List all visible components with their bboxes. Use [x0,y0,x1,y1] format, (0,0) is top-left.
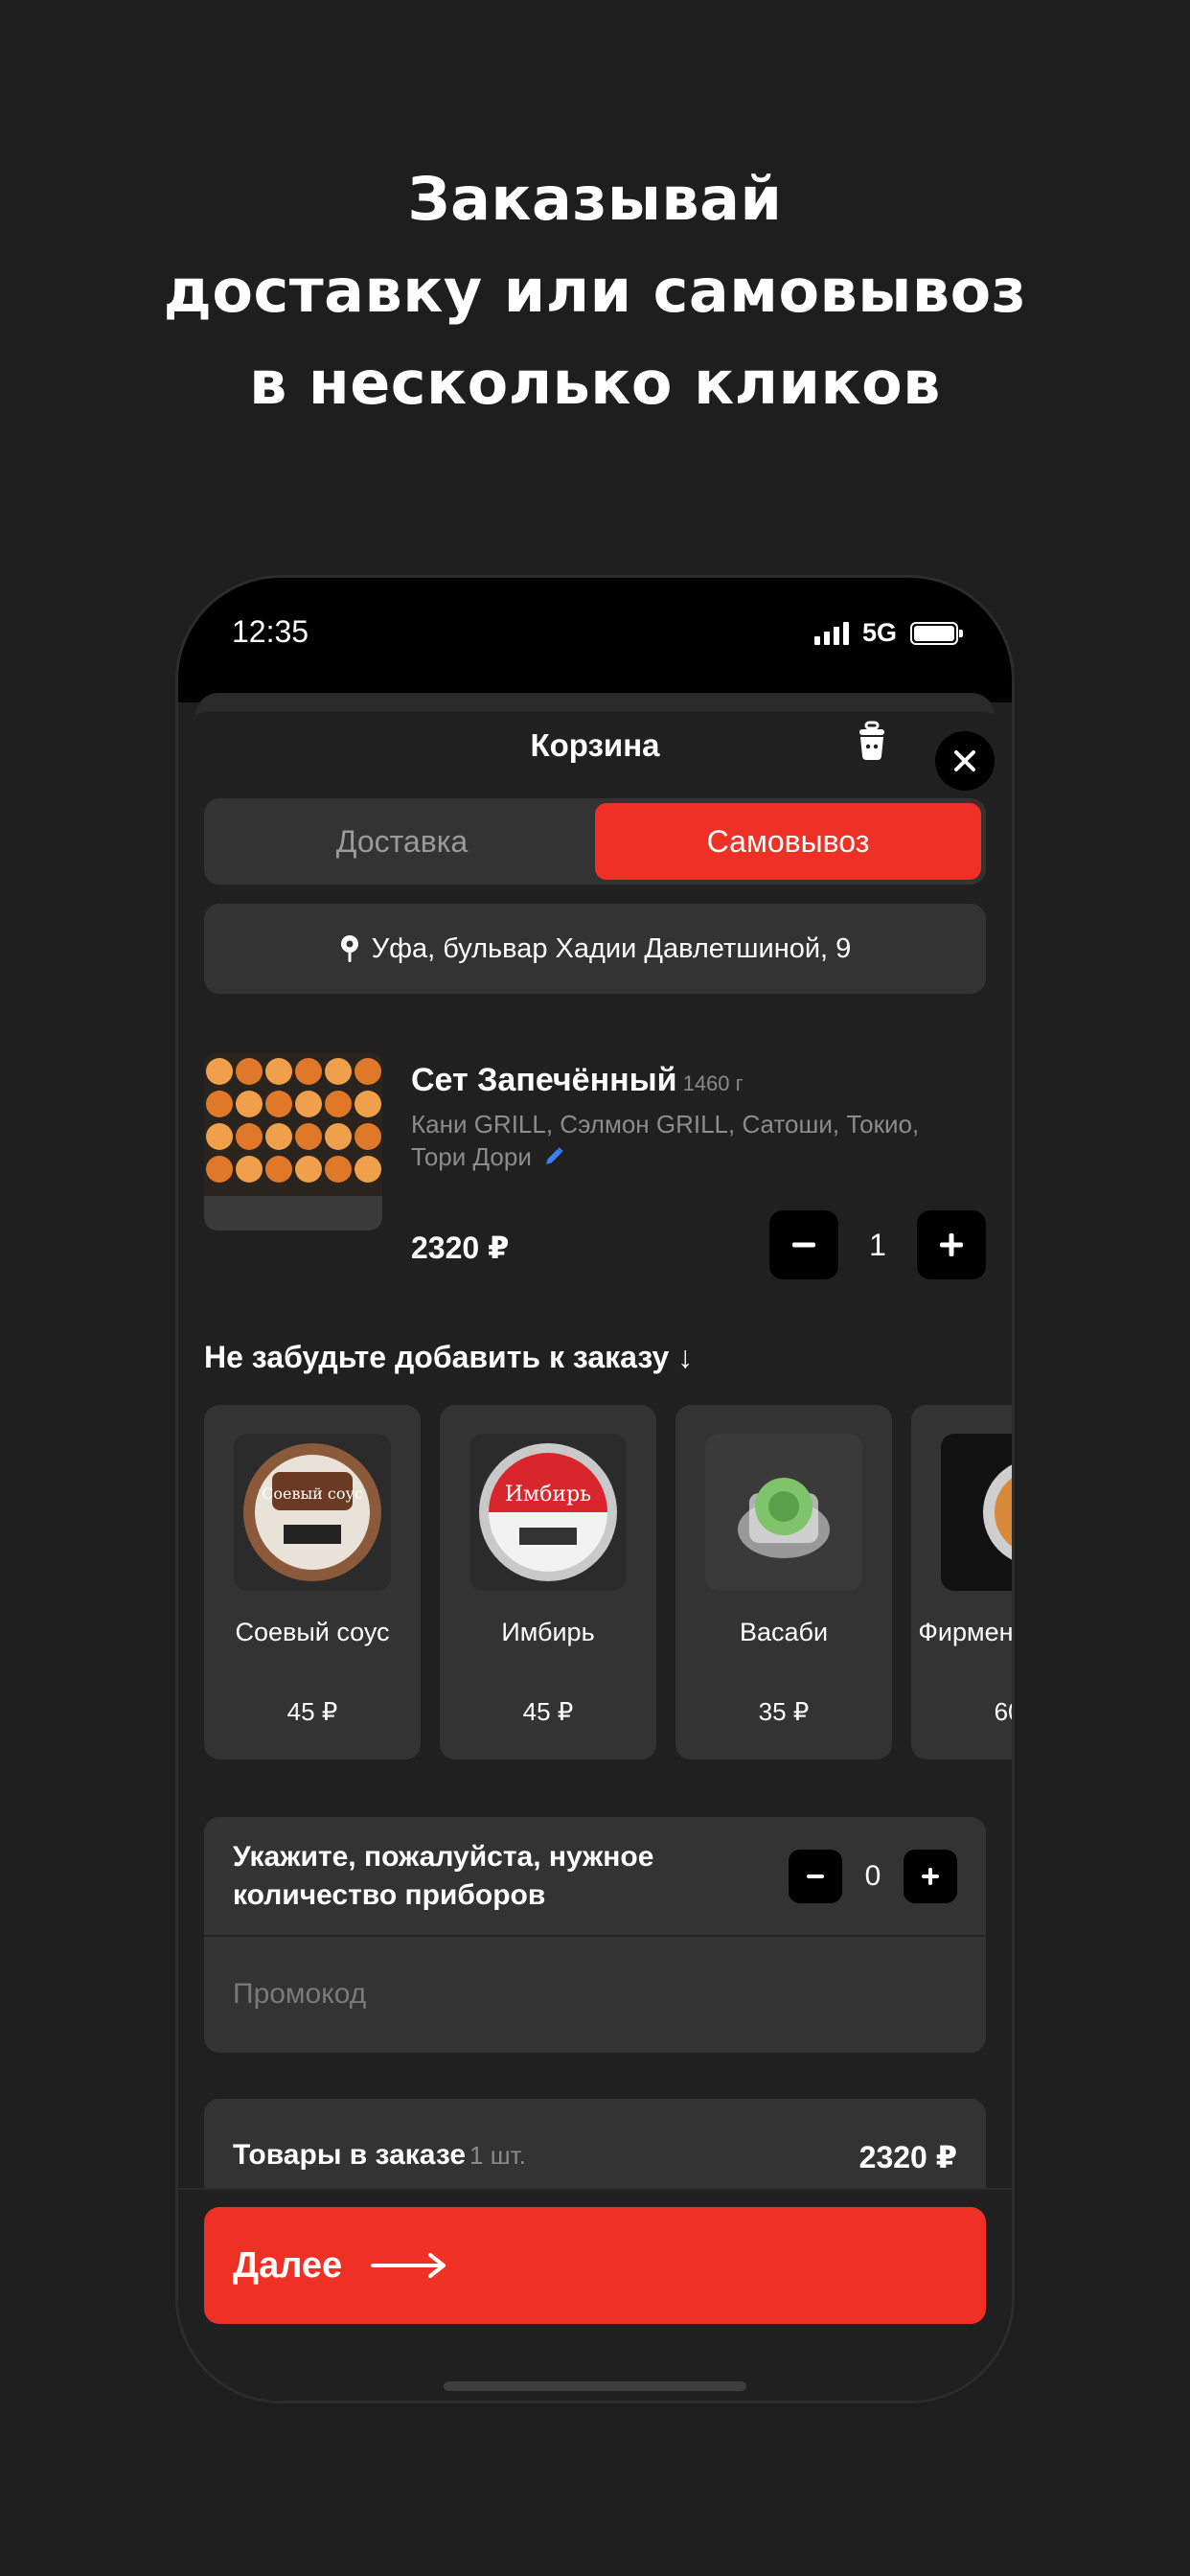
battery-icon [910,621,963,645]
addon-card[interactable]: Имбирь Имбирь 45 ₽ [440,1405,656,1760]
plus-icon [940,1233,963,1256]
addon-name: Фирменный соус [918,1618,1012,1646]
utensils-count: 0 [864,1860,881,1892]
addon-image-label: Имбирь [505,1483,591,1506]
item-price: 2320 ₽ [411,1230,510,1265]
item-weight: 1460 г [682,1071,744,1095]
promo-code-input[interactable]: Промокод [233,1978,366,2011]
addon-price: 35 ₽ [758,1697,810,1726]
totals-label: Товары в заказе 1 шт. [233,2139,526,2172]
headline-line-3: в несколько кликов [249,348,941,418]
addon-card[interactable]: Васаби 35 ₽ [675,1405,892,1760]
addon-image-label: Соевый соус [262,1484,363,1503]
utensils-decrease-button[interactable] [789,1850,842,1903]
tab-delivery[interactable]: Доставка [209,803,595,880]
addon-name: Имбирь [501,1618,595,1646]
decrease-button[interactable] [769,1210,838,1279]
cart-item: Сет Запечённый 1460 г Кани GRILL, Сэлмон … [204,1052,986,1282]
status-icons: 5G [813,618,963,648]
addon-card[interactable]: Фирменный соус 60 ₽ [911,1405,1012,1760]
item-quantity: 1 [869,1227,886,1262]
status-time: 12:35 [232,614,309,649]
utensils-label: Укажите, пожалуйста, нужное количество п… [233,1841,654,1911]
totals-label-text: Товары в заказе [233,2139,467,2171]
item-title: Сет Запечённый 1460 г [411,1062,744,1099]
addon-image [705,1434,862,1591]
utensils-increase-button[interactable] [904,1850,957,1903]
addon-image [941,1434,1012,1591]
signal-icon [813,621,849,645]
divider [204,1935,986,1937]
item-description: Кани GRILL, Сэлмон GRILL, Сатоши, Токио,… [411,1108,948,1173]
close-icon [954,750,975,771]
addon-price: 45 ₽ [286,1697,338,1726]
addon-image: Имбирь [469,1434,627,1591]
totals-count: 1 шт. [469,2141,526,2170]
minus-icon [807,1874,824,1878]
order-options-card: Укажите, пожалуйста, нужное количество п… [204,1817,986,2053]
addon-price: 60 ₽ [994,1697,1012,1726]
headline-line-1: Заказывай [407,164,783,234]
plus-icon [922,1868,939,1885]
addon-image: Соевый соус [234,1434,391,1591]
location-pin-icon [340,935,358,962]
close-button[interactable] [935,731,995,791]
item-description-text: Кани GRILL, Сэлмон GRILL, Сатоши, Токио,… [411,1110,920,1171]
headline-line-2: доставку или самовывоз [163,256,1027,326]
promo-headline: Заказывай доставку или самовывоз в неско… [0,153,1190,429]
addon-price: 45 ₽ [522,1697,574,1726]
status-bar: 12:35 5G [178,578,1012,702]
next-button-label: Далее [233,2244,343,2286]
increase-button[interactable] [917,1210,986,1279]
pencil-icon[interactable] [542,1145,565,1168]
minus-icon [792,1242,815,1248]
tab-pickup[interactable]: Самовывоз [595,803,981,880]
next-button[interactable]: Далее [204,2207,986,2324]
addons-carousel: Соевый соус Соевый соус 45 ₽ Имбирь Имби… [204,1405,1012,1760]
utensils-stepper: 0 [789,1850,957,1903]
address-text: Уфа, бульвар Хадии Давлетшиной, 9 [371,932,852,964]
trash-icon[interactable] [852,720,892,762]
bottom-bar: Далее [178,2188,1012,2401]
addons-heading: Не забудьте добавить к заказу ↓ [204,1340,694,1374]
item-name: Сет Запечённый [411,1062,677,1098]
cart-sheet: Корзина Доставка Самовывоз Уфа, бульвар … [178,712,1012,2401]
delivery-mode-toggle: Доставка Самовывоз [204,798,986,885]
addon-name: Васаби [739,1618,829,1646]
arrow-right-icon [371,2253,446,2278]
network-label: 5G [861,618,897,647]
phone-frame: 12:35 5G Корзина Доставка Самовывоз Уфа,… [175,575,1015,2404]
item-image [204,1052,382,1230]
item-quantity-stepper: 1 [769,1210,986,1279]
addon-card[interactable]: Соевый соус Соевый соус 45 ₽ [204,1405,421,1760]
home-indicator [444,2381,746,2391]
pickup-address[interactable]: Уфа, бульвар Хадии Давлетшиной, 9 [204,904,986,994]
addon-name: Соевый соус [235,1618,390,1646]
totals-sum: 2320 ₽ [858,2140,957,2174]
